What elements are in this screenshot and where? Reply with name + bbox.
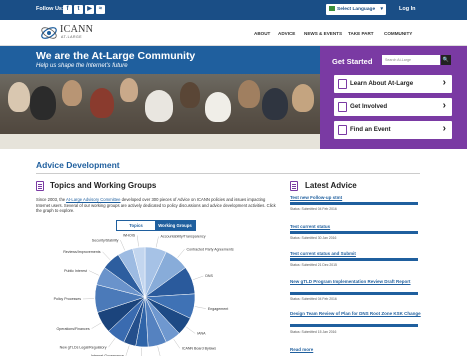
intro-text: Since 2003, the At-Large Advisory Commit… <box>36 197 276 213</box>
advice-item-status: Status: Submitted 04 Feb 2016 <box>290 207 337 211</box>
pie-leader-line <box>195 306 206 309</box>
advice-item-link[interactable]: New gTLD Program Implementation Review D… <box>290 279 425 285</box>
advice-item-link[interactable]: Design Team Review of Plan for DNS Root … <box>290 311 425 317</box>
pie-leader-line <box>155 236 159 248</box>
nav-news-events[interactable]: NEWS & EVENTS <box>304 31 342 36</box>
pie-label: Accountability/Transparency <box>161 235 206 239</box>
chevron-down-icon: ▾ <box>380 6 383 12</box>
pie-leader-line <box>137 235 139 247</box>
topics-pie-chart[interactable]: Accountability/Transparency Contracted Pa… <box>0 233 290 356</box>
get-involved-label: Get Involved <box>350 103 388 110</box>
chevron-right-icon: › <box>442 100 446 111</box>
icann-logo-icon[interactable] <box>40 24 58 42</box>
advice-item-status: Status: Submitted 30 Jan 2016 <box>290 236 337 240</box>
pie-leader-line <box>125 345 130 356</box>
logo-subtitle: AT-LARGE <box>61 35 83 39</box>
pie-label: IANA <box>197 332 206 336</box>
get-started-panel: Get Started Search At-Large 🔍 Learn Abou… <box>320 46 467 149</box>
pie-label: Engagement <box>208 307 228 311</box>
advice-item-bar <box>290 258 418 261</box>
pie-leader-line <box>186 326 196 334</box>
advice-item-status: Status: Submitted 15 Jan 2016 <box>290 330 337 334</box>
pie-leader-line <box>192 275 204 280</box>
chevron-right-icon: › <box>442 77 446 88</box>
tab-working-groups[interactable]: Working Groups <box>155 221 195 230</box>
pie-leader-line <box>177 249 185 258</box>
pie-label: Reviews/Improvements <box>63 250 101 254</box>
section-divider <box>36 173 420 174</box>
nav-about[interactable]: ABOUT <box>254 31 270 36</box>
pie-label: New gTLDs Legal/Regulatory <box>60 345 107 349</box>
facebook-icon[interactable]: f <box>63 5 72 14</box>
search-button[interactable]: 🔍 <box>441 55 451 65</box>
pie-leader-line <box>120 240 125 251</box>
search-input[interactable]: Search At-Large <box>382 55 440 65</box>
pie-leader-line <box>102 251 111 260</box>
advice-item-link[interactable]: Test new Follow-up stmt <box>290 195 425 201</box>
hero-subtitle: Help us shape the Internet's future <box>36 63 128 69</box>
get-involved-button[interactable]: Get Involved › <box>334 98 452 116</box>
pie-leader-line <box>91 322 102 329</box>
find-event-button[interactable]: Find an Event › <box>334 121 452 139</box>
nav-community[interactable]: COMMUNITY <box>384 31 412 36</box>
pie-label: WHOIS <box>123 234 136 238</box>
language-flag-icon <box>329 6 335 12</box>
nav-take-part[interactable]: TAKE PART <box>348 31 374 36</box>
checkbox-icon <box>338 102 347 112</box>
pie-label: Operations/Finances <box>56 327 89 331</box>
nav-advice[interactable]: ADVICE <box>278 31 295 36</box>
pie-leader-line <box>173 339 180 349</box>
get-started-title: Get Started <box>332 57 373 66</box>
tab-topics[interactable]: Topics <box>117 221 155 230</box>
calendar-icon <box>338 125 347 135</box>
pie-leader-line <box>141 347 142 356</box>
pie-label: Security/Stability <box>92 238 119 242</box>
pie-label: DNS <box>205 274 213 278</box>
book-icon <box>338 79 347 89</box>
latest-advice-heading: Latest Advice <box>305 181 357 190</box>
hero-banner: We are the At-Large Community Help us sh… <box>0 46 467 149</box>
pie-label: Public Interest <box>64 269 87 273</box>
login-link[interactable]: Log In <box>399 6 416 12</box>
top-bar: Follow Us: f t ▶ ≈ Select Language ▾ Log… <box>0 0 467 20</box>
pie-leader-line <box>108 338 116 348</box>
advice-item-link[interactable]: Test current status and Submit <box>290 251 425 257</box>
language-select-label: Select Language <box>337 7 376 12</box>
section-title: Advice Development <box>36 160 120 170</box>
advice-item-status: Status: Submitted 04 Feb 2016 <box>290 297 337 301</box>
topic-tabs: Topics Working Groups <box>116 220 196 231</box>
logo-title[interactable]: ICANN <box>60 24 93 35</box>
follow-us-label: Follow Us: <box>36 6 64 12</box>
read-more-link[interactable]: Read more <box>290 347 313 352</box>
learn-about-label: Learn About At-Large <box>350 80 414 87</box>
advice-item-status: Status: Submitted 21 Dec 2015 <box>290 263 337 267</box>
search-icon: 🔍 <box>442 57 450 63</box>
youtube-icon[interactable]: ▶ <box>85 5 94 14</box>
pie-label: Contracted Party Agreements <box>187 247 234 251</box>
advice-item-bar <box>290 202 418 205</box>
learn-about-button[interactable]: Learn About At-Large › <box>334 75 452 93</box>
find-event-label: Find an Event <box>350 126 391 133</box>
conference-photo <box>0 74 320 149</box>
language-select[interactable]: Select Language ▾ <box>326 4 386 15</box>
pie-leader-line <box>157 346 161 356</box>
rss-icon[interactable]: ≈ <box>96 5 105 14</box>
twitter-icon[interactable]: t <box>74 5 83 14</box>
advice-item-bar <box>290 324 418 327</box>
hero-title: We are the At-Large Community <box>36 50 196 62</box>
pie-leader-line <box>88 270 99 276</box>
advice-item-link[interactable]: Test current status <box>290 224 425 230</box>
advice-item-bar <box>290 231 418 234</box>
pie-label: Policy Processes <box>54 297 82 301</box>
chevron-right-icon: › <box>442 123 446 134</box>
alac-link[interactable]: At-Large Advisory Committee <box>66 197 120 202</box>
site-header: ICANN AT-LARGE ABOUT ADVICE NEWS & EVENT… <box>0 20 467 46</box>
pie-label: ICANN Board Bylaws <box>182 346 216 350</box>
advice-item-bar <box>290 292 418 295</box>
document-icon <box>290 181 298 191</box>
topics-heading: Topics and Working Groups <box>50 181 157 190</box>
document-icon <box>36 181 44 191</box>
